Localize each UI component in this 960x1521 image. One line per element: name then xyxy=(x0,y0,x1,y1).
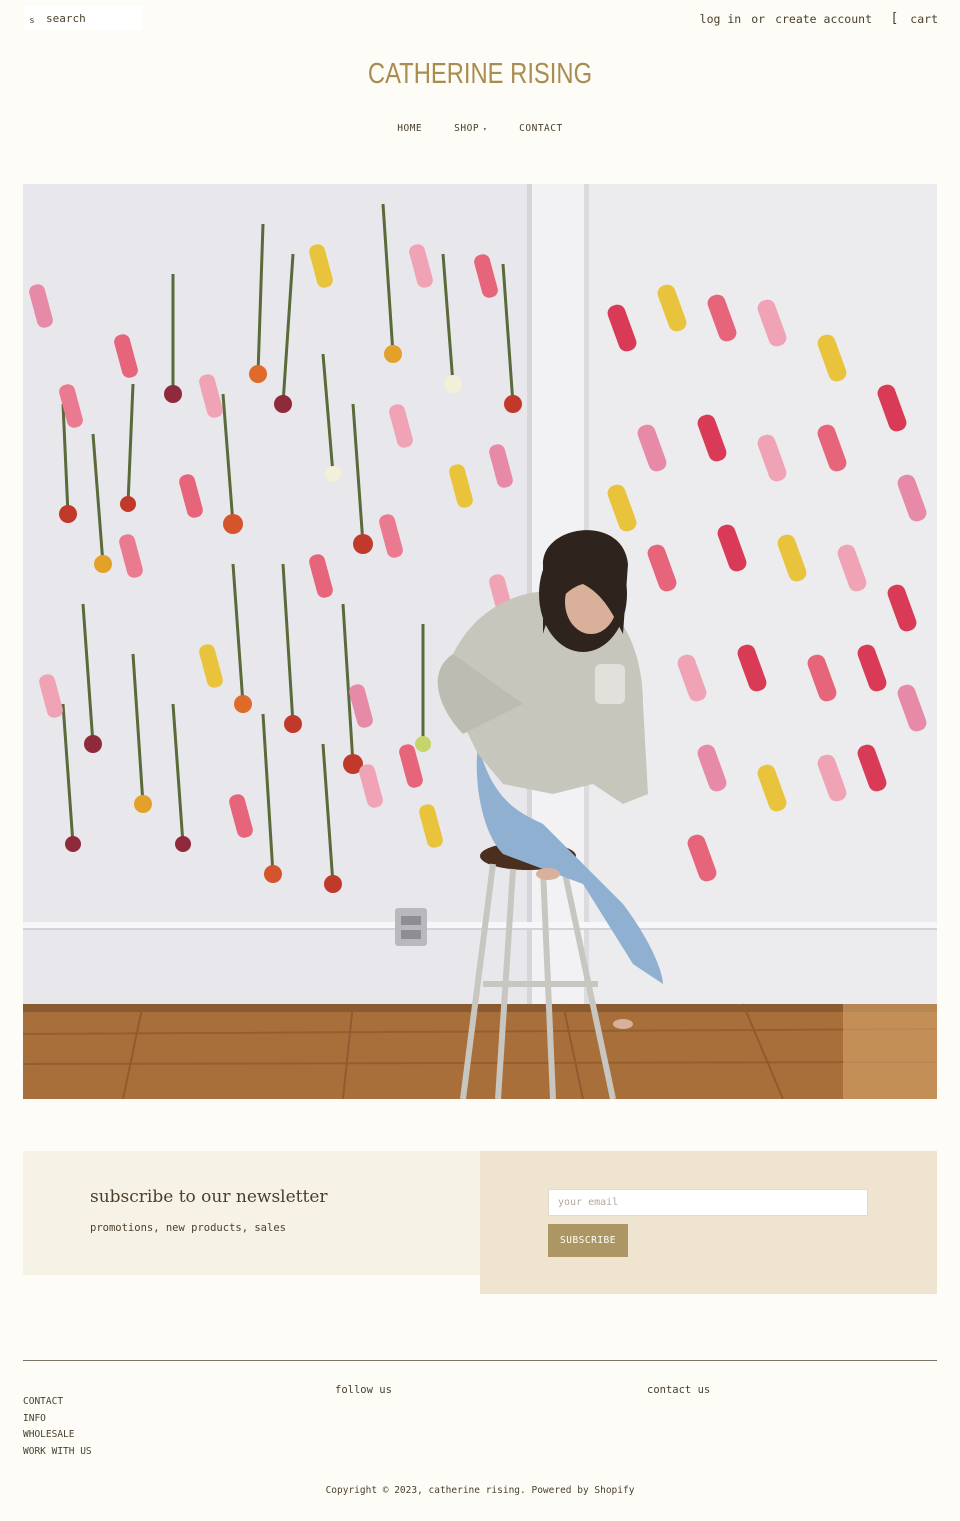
nav-contact[interactable]: CONTACT xyxy=(519,123,563,134)
log-in-link[interactable]: log in xyxy=(700,12,742,26)
email-field[interactable] xyxy=(548,1189,868,1216)
or-text: or xyxy=(751,12,766,26)
footer-link-info[interactable]: INFO xyxy=(23,1413,92,1425)
cart-label[interactable]: cart xyxy=(910,12,938,26)
create-account-link[interactable]: create account xyxy=(775,12,872,26)
search-input[interactable] xyxy=(40,11,136,25)
site-logo[interactable]: CATHERINE RISING xyxy=(86,58,873,91)
search-icon[interactable]: s xyxy=(24,10,40,26)
copyright: Copyright © 2023, catherine rising. Powe… xyxy=(0,1485,960,1496)
follow-heading: follow us xyxy=(335,1384,392,1396)
hero-illustration xyxy=(23,184,937,1099)
nav-shop[interactable]: SHOP ▾ xyxy=(454,123,487,134)
footer-links: CONTACT INFO WHOLESALE WORK WITH US xyxy=(23,1396,92,1457)
footer-link-contact[interactable]: CONTACT xyxy=(23,1396,92,1408)
search-box[interactable]: s xyxy=(24,6,142,30)
footer-divider xyxy=(23,1360,937,1361)
chevron-down-icon: ▾ xyxy=(483,126,488,133)
powered-by-link[interactable]: Powered by Shopify xyxy=(531,1485,634,1496)
account-links: log in or create account xyxy=(700,12,872,26)
newsletter-subtitle: promotions, new products, sales xyxy=(90,1222,286,1234)
nav-shop-label: SHOP xyxy=(454,123,480,134)
subscribe-button[interactable]: SUBSCRIBE xyxy=(548,1224,628,1257)
hero-image xyxy=(23,184,937,1099)
top-bar: s log in or create account [ cart xyxy=(0,0,960,40)
copyright-text: Copyright © 2023, catherine rising. xyxy=(325,1485,526,1496)
footer-link-work-with-us[interactable]: WORK WITH US xyxy=(23,1446,92,1458)
cart-link[interactable]: [ cart xyxy=(890,11,938,26)
cart-icon[interactable]: [ xyxy=(890,11,898,26)
footer-link-wholesale[interactable]: WHOLESALE xyxy=(23,1429,92,1441)
nav-home[interactable]: HOME xyxy=(397,123,422,134)
contact-heading: contact us xyxy=(647,1384,711,1396)
newsletter-intro: subscribe to our newsletter promotions, … xyxy=(23,1151,480,1275)
newsletter-title: subscribe to our newsletter xyxy=(90,1187,328,1207)
main-nav: HOME SHOP ▾ CONTACT xyxy=(0,123,960,134)
newsletter-form: SUBSCRIBE xyxy=(480,1151,937,1294)
